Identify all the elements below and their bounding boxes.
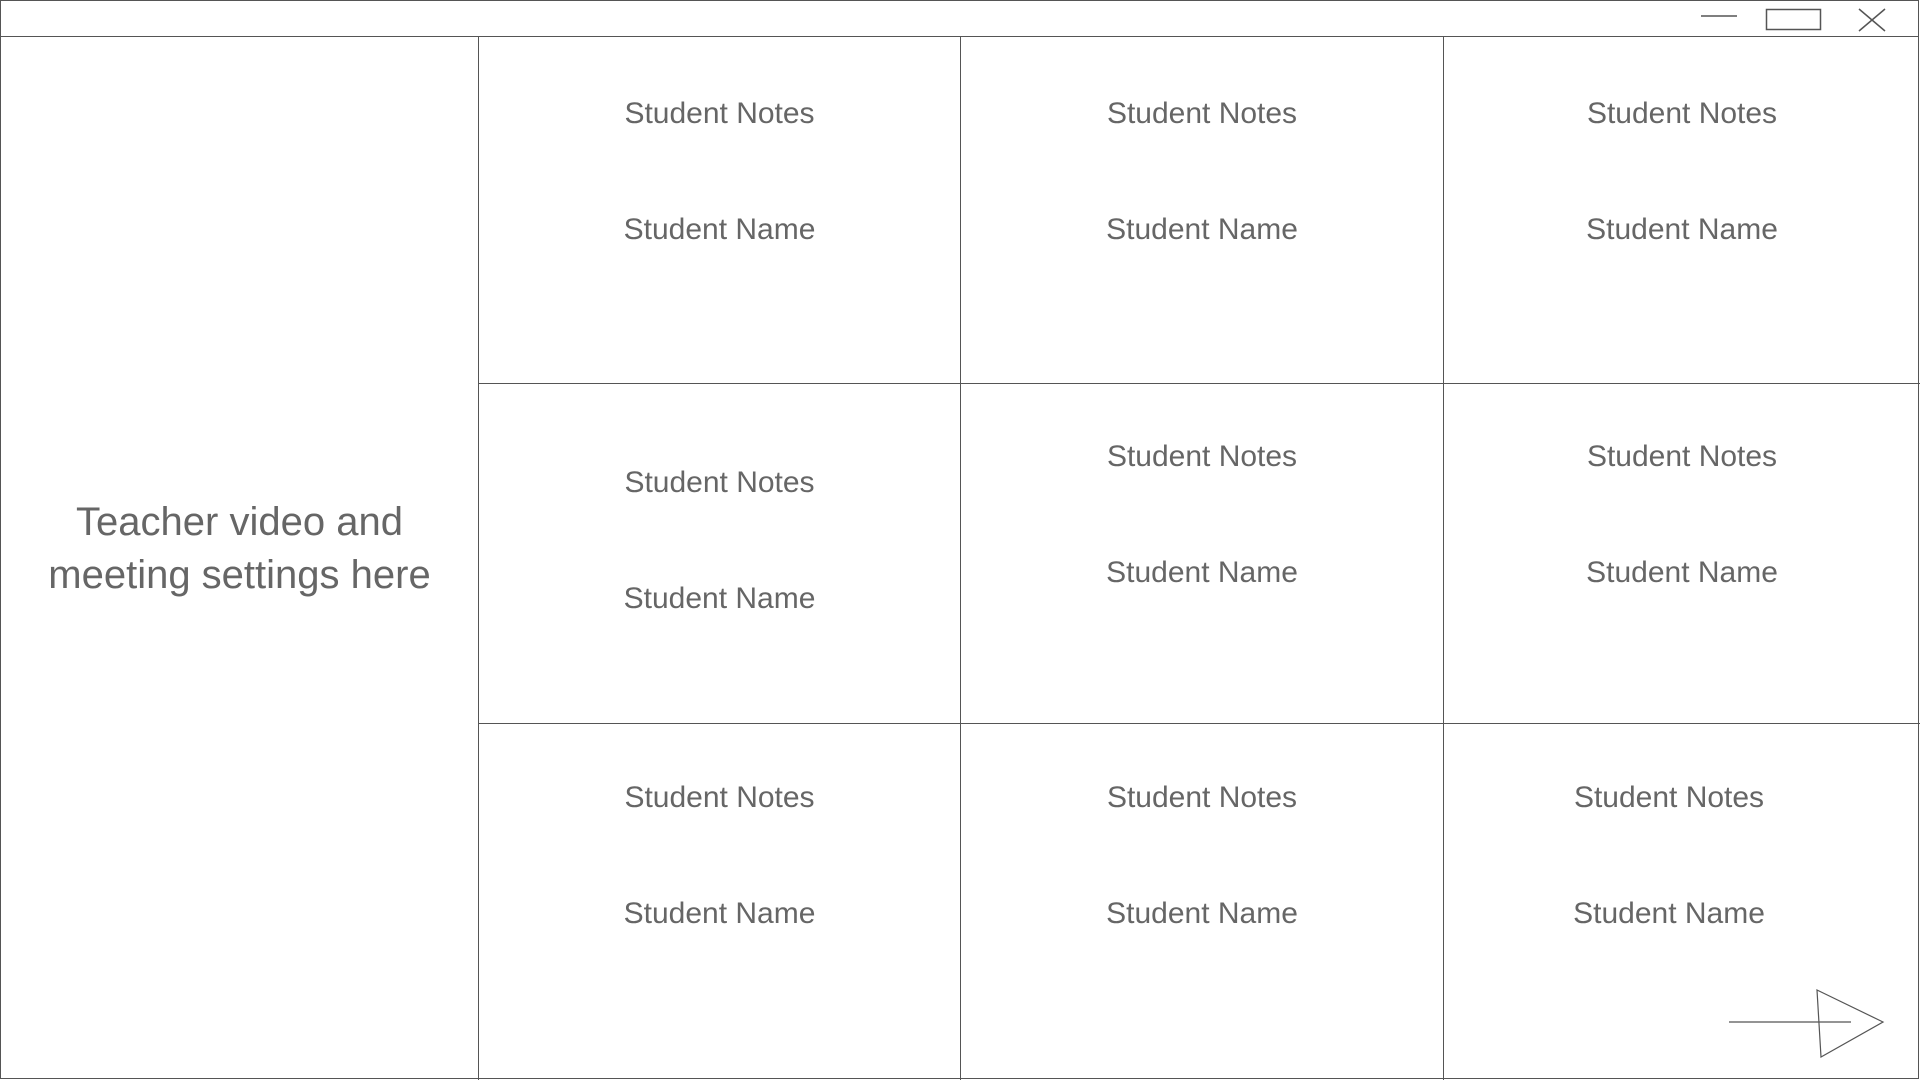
student-tile[interactable]: Student Notes Student Name [961,724,1444,1080]
student-name: Student Name [1586,556,1778,589]
student-notes: Student Notes [1586,440,1778,473]
student-name: Student Name [1106,213,1298,246]
student-notes: Student Notes [1573,781,1765,814]
student-notes: Student Notes [624,781,815,814]
student-tile[interactable]: Student Notes Student Name [479,724,961,1080]
student-notes: Student Notes [1106,781,1298,814]
app-window: Teacher video and meeting settings here … [0,0,1920,1080]
student-name: Student Name [1586,213,1778,246]
teacher-panel-line-1: Teacher video and [76,499,403,544]
close-icon [1858,8,1886,32]
student-tile[interactable]: Student Notes Student Name [1444,384,1920,724]
maximize-icon [1765,8,1822,31]
student-tile[interactable]: Student Notes Student Name [961,37,1444,384]
title-bar [1,1,1918,37]
student-notes: Student Notes [1586,97,1778,130]
teacher-panel-label: Teacher video and meeting settings here [30,496,450,602]
student-name: Student Name [623,582,816,615]
teacher-panel[interactable]: Teacher video and meeting settings here [1,37,479,1080]
close-button[interactable] [1853,1,1889,37]
student-tile[interactable]: Student Notes Student Name [1444,37,1920,384]
teacher-panel-line-2: meeting settings here [48,552,431,597]
minimize-button[interactable] [1697,1,1741,37]
student-tile[interactable]: Student Notes Student Name [961,384,1444,724]
student-notes: Student Notes [1106,97,1298,130]
student-tile[interactable]: Student Notes Student Name [479,37,961,384]
student-grid: Student Notes Student Name Student Notes… [479,37,1920,1080]
student-tile[interactable]: Student Notes Student Name [479,384,961,724]
student-notes: Student Notes [1106,440,1298,473]
arrow-right-icon [1729,989,1885,1058]
maximize-button[interactable] [1763,1,1825,37]
student-name: Student Name [623,897,816,930]
student-notes: Student Notes [624,97,815,130]
student-name: Student Name [623,213,816,246]
next-page-button[interactable] [1729,989,1885,1059]
student-notes: Student Notes [624,466,815,499]
student-name: Student Name [1106,556,1298,589]
student-name: Student Name [1106,897,1298,930]
minimize-icon [1701,15,1737,17]
student-name: Student Name [1573,897,1765,930]
